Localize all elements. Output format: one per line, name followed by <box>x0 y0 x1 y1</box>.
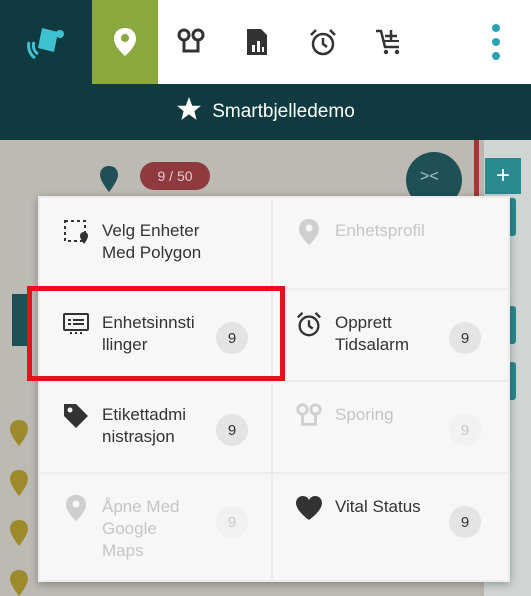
heart-icon <box>295 494 323 522</box>
star-icon[interactable] <box>176 96 202 128</box>
count-badge: 9 <box>216 506 248 538</box>
location-pin-icon <box>10 420 28 446</box>
tracking-icon[interactable] <box>158 0 224 84</box>
location-pin-icon <box>10 520 28 546</box>
cart-add-icon[interactable] <box>356 0 422 84</box>
count-badge: 9 <box>449 322 481 354</box>
tag-icon <box>62 402 90 430</box>
location-pin-icon <box>100 166 118 192</box>
bell-logo-icon[interactable] <box>0 0 92 84</box>
menu-item-vital-status[interactable]: Vital Status 9 <box>273 474 508 580</box>
count-badge: 9 <box>216 414 248 446</box>
location-pin-icon <box>10 470 28 496</box>
menu-item-device-profile: Enhetsprofil <box>273 198 508 288</box>
top-toolbar <box>0 0 531 84</box>
menu-item-label: Enhetsprofil <box>335 221 425 240</box>
menu-item-tag-admin[interactable]: Etikettadmi nistrasjon 9 <box>40 382 271 472</box>
add-button[interactable]: + <box>485 158 521 194</box>
highlight-box <box>27 286 285 381</box>
menu-item-tracking: Sporing 9 <box>273 382 508 472</box>
menu-item-create-alarm[interactable]: Opprett Tidsalarm 9 <box>273 290 508 380</box>
location-pin-icon <box>295 218 323 246</box>
polygon-select-icon <box>62 218 90 246</box>
menu-item-select-polygon[interactable]: Velg Enheter Med Polygon <box>40 198 271 288</box>
menu-item-label: Sporing <box>335 405 394 424</box>
report-icon[interactable] <box>224 0 290 84</box>
menu-item-label: Opprett Tidsalarm <box>335 313 409 354</box>
title-bar: Smartbjelledemo <box>0 84 531 140</box>
menu-item-label: Åpne Med Google Maps <box>102 497 180 560</box>
tracking-icon <box>295 402 323 430</box>
menu-item-label: Vital Status <box>335 497 421 516</box>
count-badge: 9 <box>449 506 481 538</box>
location-pin-icon <box>10 570 28 596</box>
location-pin-icon[interactable] <box>92 0 158 84</box>
context-menu: Velg Enheter Med Polygon Enhetsprofil En… <box>38 196 510 582</box>
count-badge: 9 <box>449 414 481 446</box>
location-pin-icon <box>62 494 90 522</box>
count-badge: 9 / 50 <box>140 162 210 190</box>
alarm-clock-icon <box>295 310 323 338</box>
menu-item-label: Etikettadmi nistrasjon <box>102 405 187 446</box>
more-vertical-icon[interactable] <box>471 0 521 84</box>
menu-item-open-google-maps: Åpne Med Google Maps 9 <box>40 474 271 580</box>
page-title: Smartbjelledemo <box>212 101 355 122</box>
menu-item-label: Velg Enheter Med Polygon <box>102 221 202 262</box>
alarm-clock-icon[interactable] <box>290 0 356 84</box>
